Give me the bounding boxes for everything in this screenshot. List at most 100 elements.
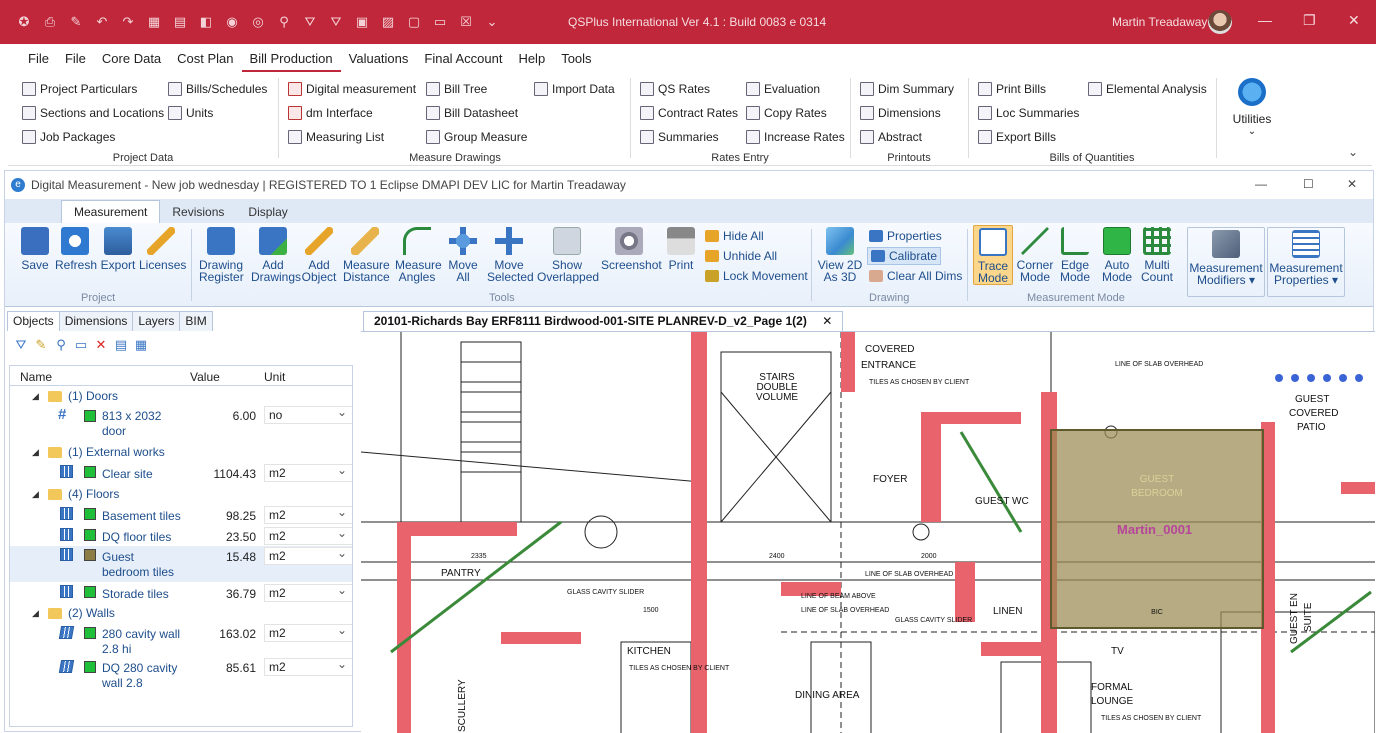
color-swatch[interactable] (84, 410, 96, 422)
drawing-tab[interactable]: 20101-Richards Bay ERF8111 Birdwood-001-… (363, 311, 844, 331)
color-swatch[interactable] (84, 586, 96, 598)
licenses-button[interactable]: Licenses (139, 227, 186, 271)
menu-tools[interactable]: Tools (553, 44, 599, 72)
group-measure-button[interactable]: Group Measure (426, 130, 527, 144)
unhide-all-button[interactable]: Unhide All (705, 249, 777, 263)
tab-bim[interactable]: BIM (179, 311, 213, 331)
image-icon[interactable]: ▣ (352, 12, 372, 32)
filter-icon[interactable]: ⛛ (300, 12, 320, 32)
group-row-external-works[interactable]: ◢ (1) External works (10, 442, 352, 462)
dm-interface-button[interactable]: dm Interface (288, 106, 373, 120)
photo-icon[interactable]: ▨ (378, 12, 398, 32)
trace-mode-button[interactable]: Trace Mode (973, 225, 1013, 285)
panel-icon[interactable]: ◧ (196, 12, 216, 32)
maximize-icon[interactable]: ☐ (1303, 177, 1314, 191)
save-button[interactable]: Save (17, 227, 53, 271)
col-value[interactable]: Value (190, 370, 220, 384)
loc-summaries-button[interactable]: Loc Summaries (978, 106, 1079, 120)
increase-rates-button[interactable]: Increase Rates (746, 130, 845, 144)
color-swatch[interactable] (84, 466, 96, 478)
menu-bill-production[interactable]: Bill Production (241, 44, 341, 72)
unit-select[interactable]: m2 (264, 622, 352, 642)
unit-select[interactable]: m2 (264, 504, 352, 524)
unit-select[interactable]: no (264, 404, 352, 424)
undo-icon[interactable]: ↶ (92, 12, 112, 32)
search-icon[interactable]: ⚲ (53, 337, 69, 353)
refresh-button[interactable]: Refresh (55, 227, 97, 271)
menu-cost-plan[interactable]: Cost Plan (169, 44, 241, 72)
maximize-icon[interactable]: ❐ (1303, 12, 1316, 29)
calibrate-button[interactable]: Calibrate (867, 247, 942, 265)
elemental-analysis-button[interactable]: Elemental Analysis (1088, 82, 1207, 96)
measurement-marker-label[interactable]: Martin_0001 (1117, 522, 1192, 537)
document-icon[interactable]: ▢ (404, 12, 424, 32)
table-row[interactable]: Clear site 1104.43 m2 (10, 462, 352, 484)
unit-select[interactable]: m2 (264, 656, 352, 676)
view-2d-as-3d-button[interactable]: View 2D As 3D (817, 227, 863, 283)
app-logo-icon[interactable]: ✪ (14, 12, 34, 32)
spell-icon[interactable]: ✎ (66, 12, 86, 32)
lock-movement-button[interactable]: Lock Movement (705, 269, 808, 283)
color-swatch[interactable] (84, 627, 96, 639)
tab-display[interactable]: Display (236, 201, 299, 223)
print-icon[interactable]: ⎙ (40, 12, 60, 32)
measurement-modifiers-button[interactable]: Measurement Modifiers ▾ (1187, 227, 1265, 297)
tab-measurement[interactable]: Measurement (61, 200, 161, 223)
collapse-icon[interactable]: ◢ (32, 489, 39, 500)
collapse-icon[interactable]: ◢ (32, 391, 39, 402)
list-icon[interactable]: ▤ (113, 337, 129, 353)
table-icon[interactable]: ▤ (170, 12, 190, 32)
group-row-walls[interactable]: ◢ (2) Walls (10, 603, 352, 623)
tab-layers[interactable]: Layers (132, 311, 181, 331)
collapse-icon[interactable]: ◢ (32, 447, 39, 458)
copy-rates-button[interactable]: Copy Rates (746, 106, 827, 120)
bill-datasheet-button[interactable]: Bill Datasheet (426, 106, 518, 120)
export-bills-button[interactable]: Export Bills (978, 130, 1056, 144)
unit-select[interactable]: m2 (264, 545, 352, 565)
menu-final-account[interactable]: Final Account (416, 44, 510, 72)
project-particulars-button[interactable]: Project Particulars (22, 82, 137, 96)
filter-clear-icon[interactable]: ⛛ (326, 12, 346, 32)
window-icon[interactable]: ▭ (73, 337, 89, 353)
table-row[interactable]: # 813 x 2032 door 6.00 no (10, 404, 352, 442)
contract-rates-button[interactable]: Contract Rates (640, 106, 738, 120)
color-swatch[interactable] (84, 549, 96, 561)
col-unit[interactable]: Unit (264, 370, 285, 384)
drawing-canvas[interactable]: GUEST BEDROOM Martin_0001 STAIRS DOUBLE … (361, 331, 1375, 733)
move-all-button[interactable]: Move All (445, 227, 481, 283)
edit-icon[interactable]: ✎ (33, 337, 49, 353)
close-tab-icon[interactable]: ✕ (822, 314, 832, 328)
delete-icon[interactable]: ✕ (93, 337, 109, 353)
add-drawings-button[interactable]: Add Drawings (251, 227, 301, 283)
color-swatch[interactable] (84, 529, 96, 541)
drawing-register-button[interactable]: Drawing Register (199, 227, 244, 283)
table-row-selected[interactable]: Guest bedroom tiles 15.48 m2 (10, 545, 352, 582)
customize-qat-icon[interactable]: ⌄ (482, 12, 502, 32)
menu-help[interactable]: Help (510, 44, 553, 72)
collapse-icon[interactable]: ◢ (32, 608, 39, 619)
unit-select[interactable]: m2 (264, 525, 352, 545)
tab-revisions[interactable]: Revisions (160, 201, 236, 223)
collapse-ribbon-icon[interactable]: ⌄ (1348, 145, 1358, 159)
table-icon[interactable]: ▦ (133, 337, 149, 353)
summaries-button[interactable]: Summaries (640, 130, 719, 144)
clear-all-dims-button[interactable]: Clear All Dims (869, 269, 962, 283)
menu-file[interactable]: File (20, 44, 57, 72)
minimize-icon[interactable]: — (1255, 177, 1267, 191)
qs-rates-button[interactable]: QS Rates (640, 82, 710, 96)
table-row[interactable]: DQ floor tiles 23.50 m2 (10, 525, 352, 546)
units-button[interactable]: Units (168, 106, 213, 120)
table-row[interactable]: Storade tiles 36.79 m2 (10, 582, 352, 603)
import-data-button[interactable]: Import Data (534, 82, 615, 96)
redo-icon[interactable]: ↷ (118, 12, 138, 32)
job-packages-button[interactable]: Job Packages (22, 130, 115, 144)
evaluation-button[interactable]: Evaluation (746, 82, 820, 96)
group-row-floors[interactable]: ◢ (4) Floors (10, 484, 352, 504)
menu-valuations[interactable]: Valuations (341, 44, 417, 72)
group-row-doors[interactable]: ◢ (1) Doors (10, 386, 352, 406)
utilities-button[interactable]: Utilities ⌄ (1224, 78, 1280, 137)
bills-schedules-button[interactable]: Bills/Schedules (168, 82, 267, 96)
table-row[interactable]: Basement tiles 98.25 m2 (10, 504, 352, 525)
measure-distance-button[interactable]: Measure Distance (343, 227, 390, 283)
add-object-button[interactable]: Add Object (301, 227, 337, 283)
